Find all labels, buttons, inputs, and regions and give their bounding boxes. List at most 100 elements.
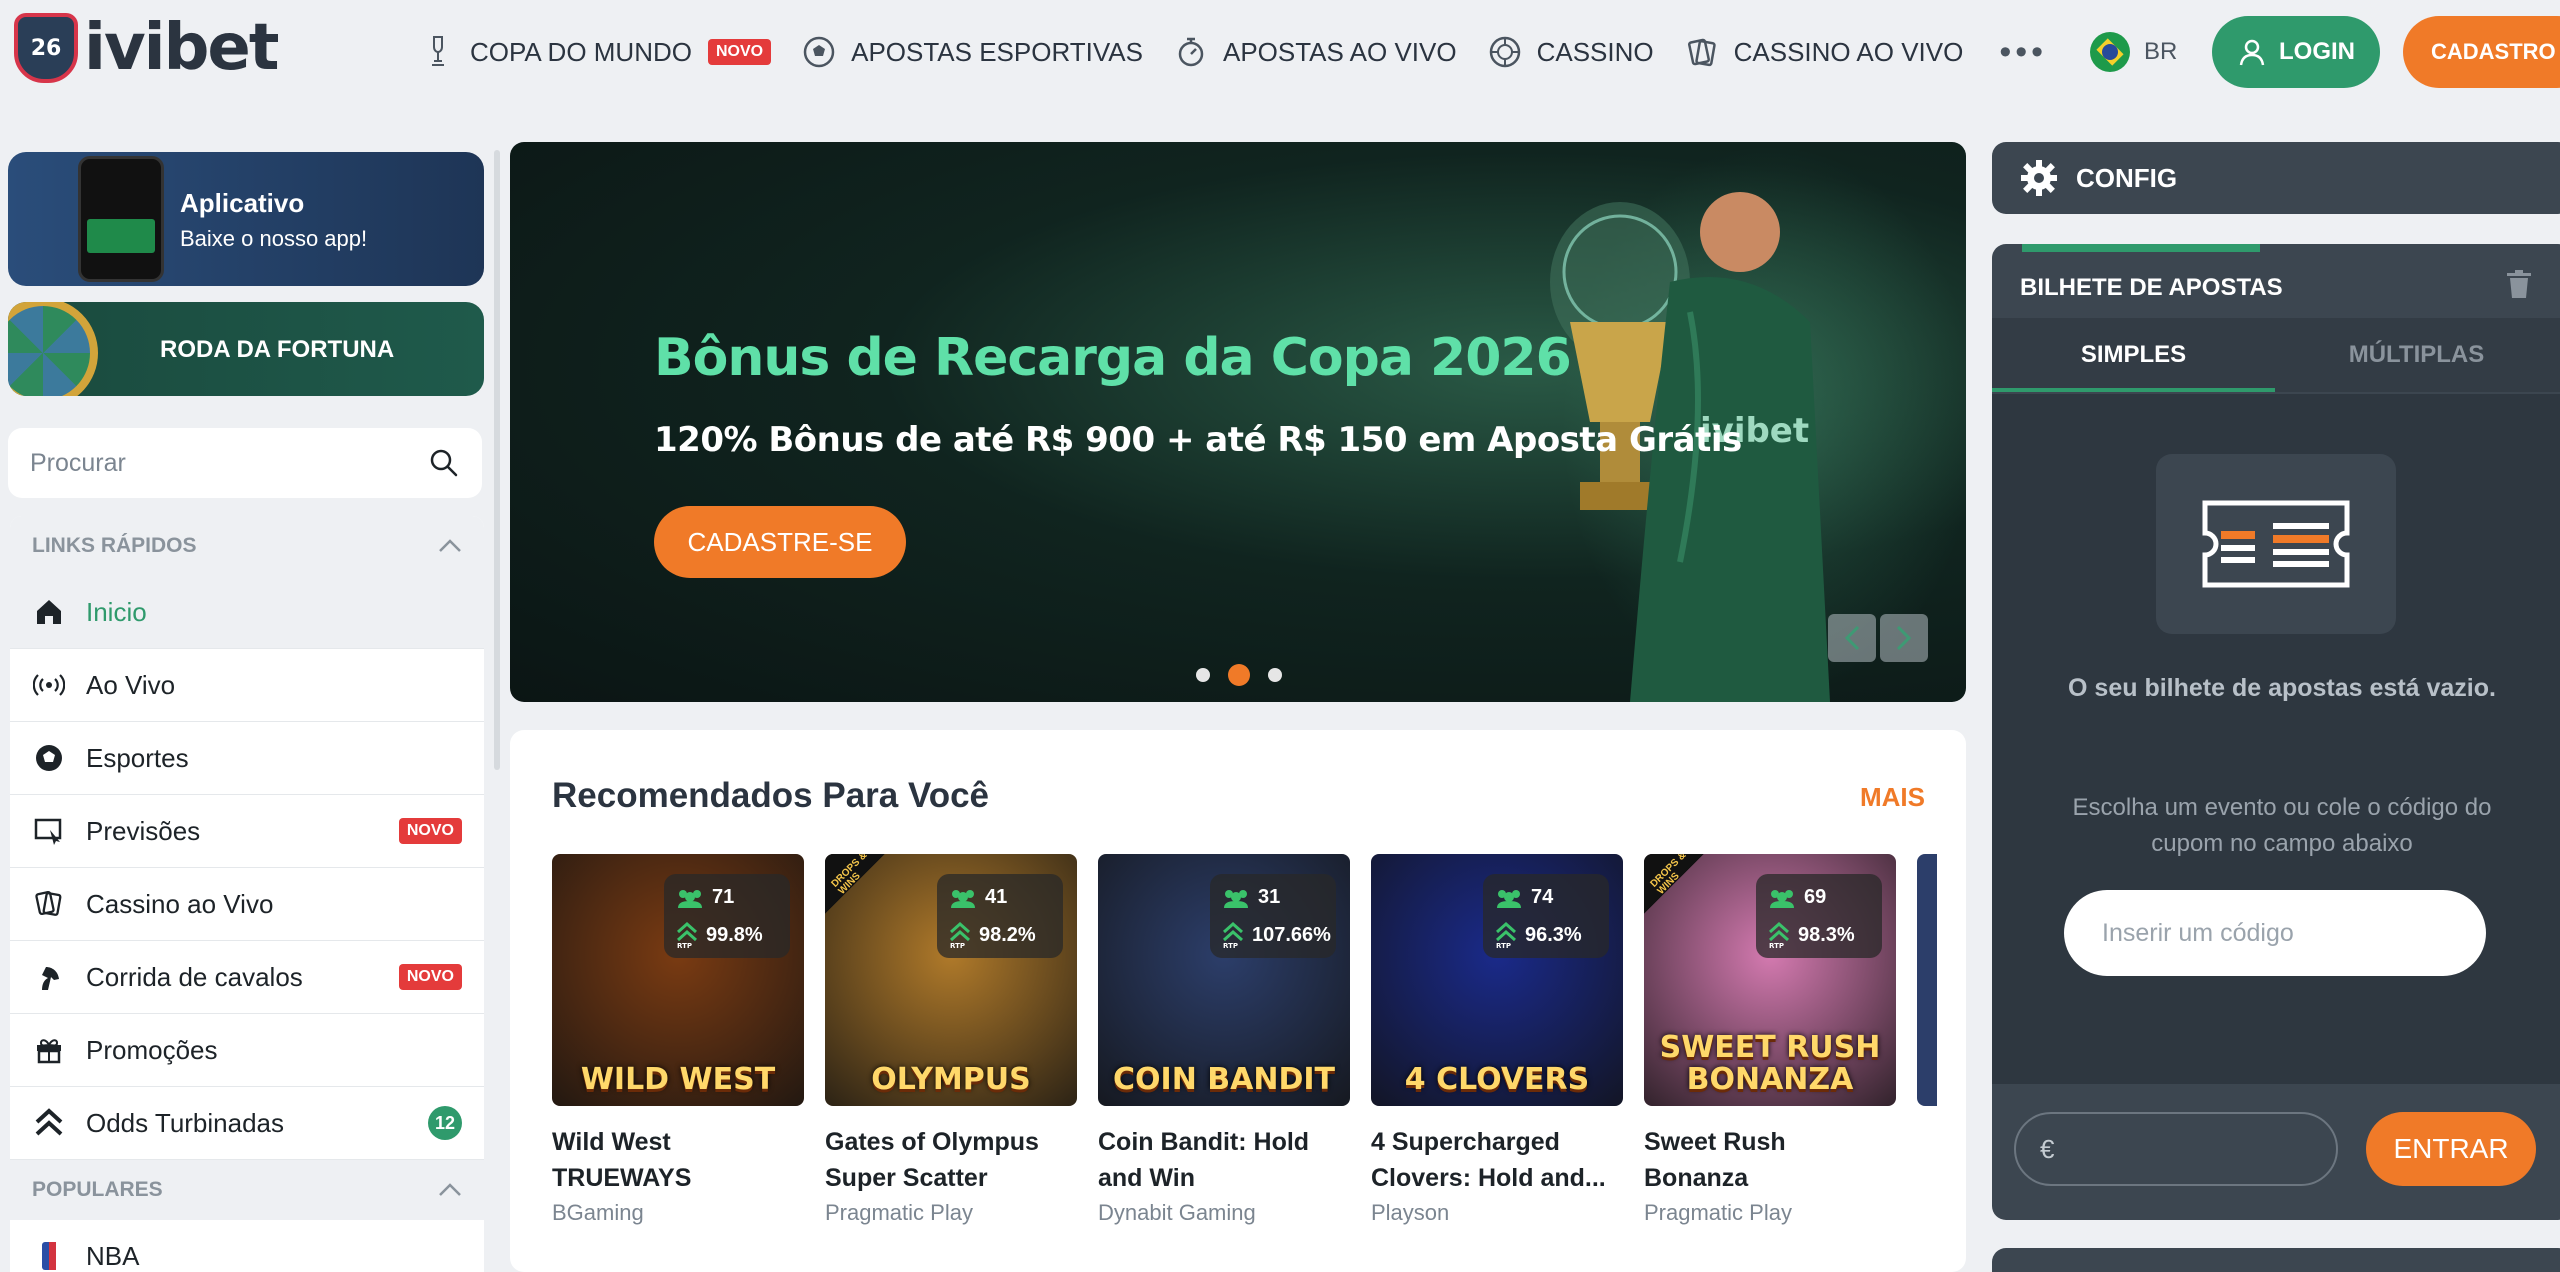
carousel-dot-active[interactable]: [1228, 664, 1250, 686]
banner-register-button[interactable]: CADASTRE-SE: [654, 506, 906, 578]
new-badge: NOVO: [398, 964, 462, 990]
game-provider: BGaming: [552, 1200, 644, 1225]
bet-slip-body: O seu bilhete de apostas está vazio. Esc…: [1992, 394, 2560, 1084]
sidebar-item-ao-vivo[interactable]: Ao Vivo: [10, 649, 484, 722]
trophy-icon: [420, 34, 456, 70]
prediction-icon: [32, 814, 66, 848]
carousel-prev-button[interactable]: [1828, 614, 1876, 662]
popular-header[interactable]: POPULARES: [10, 1160, 484, 1220]
ivibet-logo[interactable]: 26 ivibet: [14, 11, 279, 85]
horse-icon: [32, 960, 66, 994]
lower-panel-edge: [1992, 1248, 2560, 1272]
carousel-dot[interactable]: [1196, 668, 1210, 682]
sidebar-item-label: Corrida de cavalos: [86, 961, 303, 992]
game-name[interactable]: Wild West TRUEWAYS: [552, 1124, 804, 1196]
game-thumbnail[interactable]: 74 RTP 96.3% 4 CLOVERS: [1371, 854, 1623, 1106]
tab-simples[interactable]: SIMPLES: [1992, 318, 2275, 392]
rtp-value: 99.8%: [706, 923, 763, 946]
rtp-value: 98.2%: [979, 923, 1036, 946]
nba-icon: [32, 1239, 66, 1272]
rtp-arrow-icon: RTP: [1223, 922, 1243, 948]
sidebar-item-esportes[interactable]: Esportes: [10, 722, 484, 795]
soccer-ball-icon: [801, 34, 837, 70]
game-thumbnail[interactable]: 71 RTP 99.8% WILD WEST: [552, 854, 804, 1106]
carousel-dots: [1196, 664, 1300, 686]
sidebar-item-label: Cassino ao Vivo: [86, 888, 274, 919]
search-icon[interactable]: [428, 447, 460, 479]
rtp-arrow-icon: RTP: [1769, 922, 1789, 948]
sidebar-item-inicio[interactable]: Inicio: [10, 576, 484, 649]
rtp-value: 107.66%: [1252, 923, 1331, 946]
logo-badge-number: 26: [30, 35, 62, 61]
ticket-icon-box: [2156, 454, 2396, 634]
coupon-code-input[interactable]: [2064, 890, 2486, 976]
game-card[interactable]: 71 RTP 99.8% WILD WEST Wild West TRUEWAYS…: [552, 854, 804, 1226]
nav-cassino[interactable]: CASSINO: [1487, 34, 1654, 70]
game-thumbnail[interactable]: DROPS & WINS 69 RTP 98.3% SWEET RUSH BONA…: [1644, 854, 1896, 1106]
players-count: 41: [985, 886, 1008, 908]
sidebar-item-label: NBA: [86, 1240, 140, 1271]
players-count: 74: [1531, 886, 1554, 908]
section-title: Recomendados Para Você: [552, 776, 990, 815]
game-name[interactable]: Gates of Olympus Super Scatter: [825, 1124, 1077, 1196]
game-name[interactable]: Sweet Rush Bonanza: [1644, 1124, 1896, 1196]
quick-links-header[interactable]: LINKS RÁPIDOS: [10, 516, 484, 576]
search-box[interactable]: Procurar: [8, 428, 482, 498]
nav-apostas-ao-vivo[interactable]: APOSTAS AO VIVO: [1173, 34, 1457, 70]
search-input[interactable]: Procurar: [30, 449, 428, 478]
broadcast-icon: [32, 668, 66, 702]
app-download-banner[interactable]: Aplicativo Baixe o nosso app!: [8, 152, 484, 286]
gear-icon: [2021, 160, 2057, 196]
drops-wins-label: DROPS & WINS: [1648, 854, 1689, 897]
players-count: 69: [1804, 886, 1827, 908]
promo-banner[interactable]: ivibet Bônus de Recarga da Copa 2026 120…: [510, 142, 1966, 702]
language-selector[interactable]: BR: [2090, 32, 2177, 72]
login-button[interactable]: LOGIN: [2212, 16, 2380, 88]
more-menu-button[interactable]: •••: [1999, 33, 2047, 72]
game-art-title: 4 CLOVERS: [1404, 1062, 1590, 1097]
nav-apostas-esportivas[interactable]: APOSTAS ESPORTIVAS: [801, 34, 1143, 70]
tab-multiplas[interactable]: MÚLTIPLAS: [2275, 318, 2558, 392]
more-link[interactable]: MAIS: [1860, 782, 1925, 813]
nav-copa-do-mundo[interactable]: COPA DO MUNDO NOVO: [420, 34, 772, 70]
entrar-button[interactable]: ENTRAR: [2366, 1112, 2536, 1186]
app-promo-subtitle: Baixe o nosso app!: [180, 226, 368, 251]
sidebar-scrollbar[interactable]: [494, 150, 500, 770]
game-art-title: WILD WEST: [580, 1062, 776, 1097]
sidebar-item-nba[interactable]: NBA: [10, 1220, 484, 1272]
recommended-section: Recomendados Para Você MAIS 71 RTP 99.8% …: [510, 730, 1966, 1272]
sidebar-item-odds-turbinadas[interactable]: Odds Turbinadas 12: [10, 1087, 484, 1160]
sidebar-item-cassino-ao-vivo[interactable]: Cassino ao Vivo: [10, 868, 484, 941]
carousel-dot[interactable]: [1268, 668, 1282, 682]
game-thumbnail[interactable]: DROPS & WINS 41 RTP 98.2% OLYMPUS: [825, 854, 1077, 1106]
sidebar-item-previsoes[interactable]: Previsões NOVO: [10, 795, 484, 868]
next-game-card-edge[interactable]: [1917, 854, 1937, 1106]
register-button[interactable]: CADASTRO: [2403, 16, 2560, 88]
config-button[interactable]: CONFIG: [1992, 142, 2560, 214]
sidebar-item-corrida-de-cavalos[interactable]: Corrida de cavalos NOVO: [10, 941, 484, 1014]
game-provider: Playson: [1371, 1200, 1450, 1225]
home-icon: [32, 595, 66, 629]
sidebar-item-label: Odds Turbinadas: [86, 1107, 285, 1138]
game-name[interactable]: Coin Bandit: Hold and Win: [1098, 1124, 1350, 1196]
stake-input[interactable]: €: [2014, 1112, 2338, 1186]
nav-cassino-ao-vivo[interactable]: CASSINO AO VIVO: [1684, 34, 1963, 70]
top-header: 26 ivibet COPA DO MUNDO NOVO APOSTAS ESP…: [0, 0, 2560, 104]
sidebar-item-promocoes[interactable]: Promoções: [10, 1014, 484, 1087]
game-card[interactable]: 74 RTP 96.3% 4 CLOVERS 4 Supercharged Clo…: [1371, 854, 1623, 1226]
game-card[interactable]: 31 RTP 107.66% COIN BANDIT Coin Bandit: H…: [1098, 854, 1350, 1226]
game-provider: Pragmatic Play: [1644, 1200, 1792, 1225]
rtp-value: 96.3%: [1525, 923, 1582, 946]
currency-symbol: €: [2040, 1133, 2055, 1164]
carousel-next-button[interactable]: [1880, 614, 1928, 662]
game-cards-row: 71 RTP 99.8% WILD WEST Wild West TRUEWAYS…: [552, 854, 1937, 1226]
quick-links-panel: LINKS RÁPIDOS Inicio Ao Vivo Esportes Pr…: [10, 516, 484, 1272]
nav-label: CASSINO: [1536, 36, 1654, 67]
trash-icon[interactable]: [2502, 268, 2536, 302]
game-card[interactable]: DROPS & WINS 41 RTP 98.2% OLYMPUS Gates o…: [825, 854, 1077, 1226]
wheel-of-fortune-banner[interactable]: RODA DA FORTUNA: [8, 302, 484, 396]
game-name[interactable]: 4 Supercharged Clovers: Hold and...: [1371, 1124, 1623, 1196]
game-card[interactable]: DROPS & WINS 69 RTP 98.3% SWEET RUSH BONA…: [1644, 854, 1896, 1226]
language-code: BR: [2144, 38, 2178, 65]
game-thumbnail[interactable]: 31 RTP 107.66% COIN BANDIT: [1098, 854, 1350, 1106]
